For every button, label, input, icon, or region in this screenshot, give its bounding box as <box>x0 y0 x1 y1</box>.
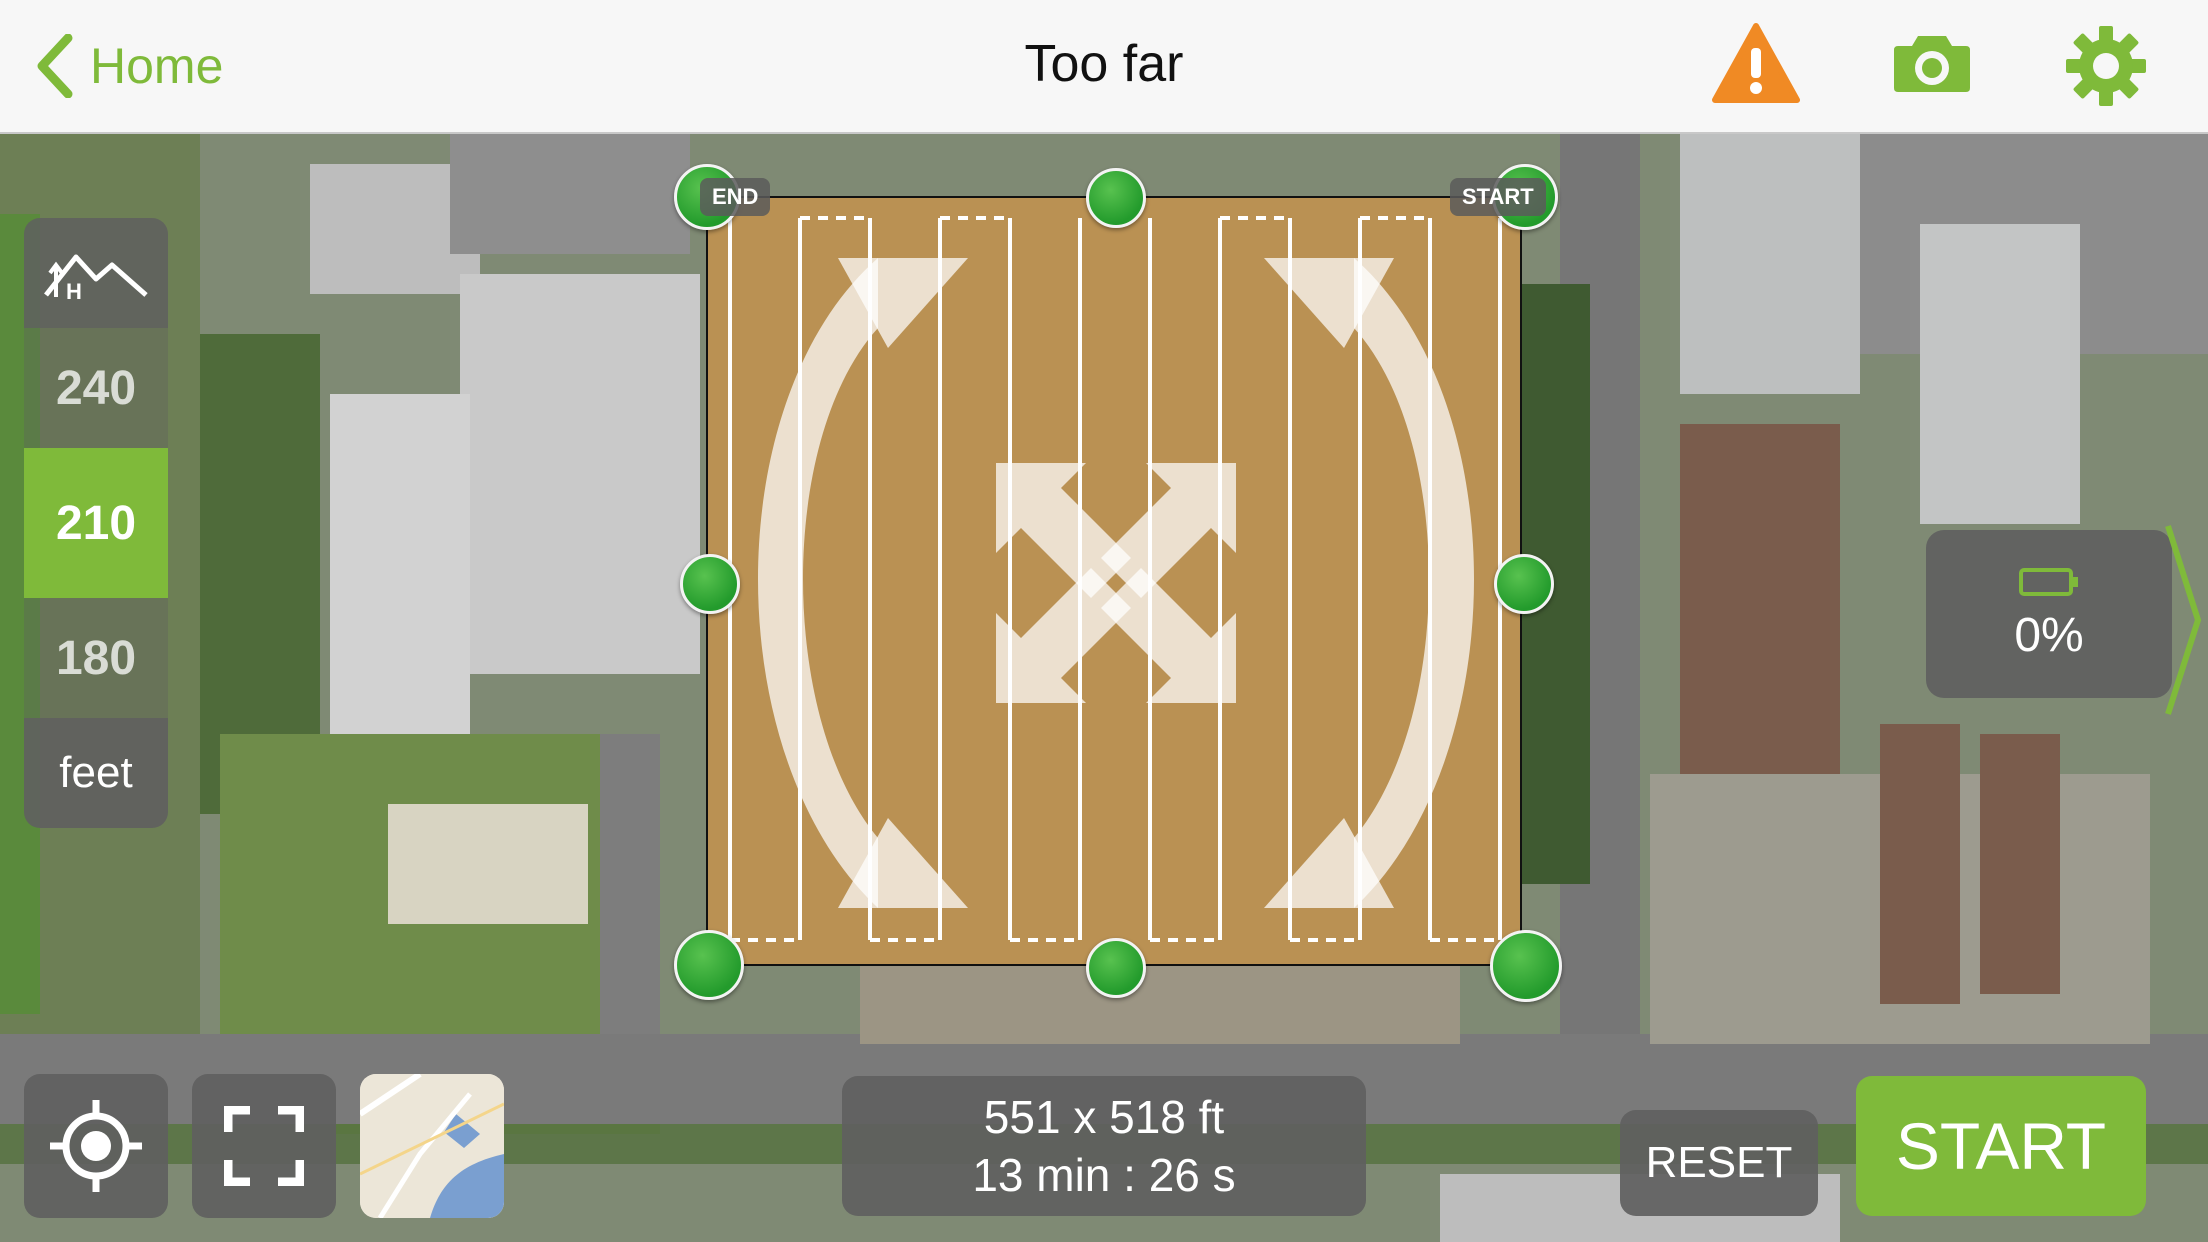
reset-button[interactable]: RESET <box>1620 1110 1818 1216</box>
page-title: Too far <box>1024 35 1184 93</box>
settings-button[interactable] <box>2064 24 2148 113</box>
altitude-option-240[interactable]: 240 <box>24 328 168 448</box>
mountain-height-icon: H <box>44 254 148 301</box>
area-dimensions: 551 x 518 ft <box>983 1091 1225 1143</box>
map-building <box>450 134 690 254</box>
map-building <box>1680 424 1840 804</box>
altitude-unit[interactable]: feet <box>24 718 168 828</box>
handle-mid-right[interactable] <box>1494 554 1554 614</box>
warning-button[interactable] <box>1712 22 1800 109</box>
warning-icon <box>1712 23 1800 103</box>
fullscreen-icon <box>224 1106 304 1186</box>
handle-bottom-right[interactable] <box>1490 930 1562 1002</box>
flight-duration: 13 min : 26 s <box>972 1149 1236 1201</box>
panel-expand-icon[interactable] <box>2164 520 2204 720</box>
map-building <box>460 274 700 674</box>
map-road-v <box>600 734 660 1034</box>
crosshair-icon <box>50 1100 142 1192</box>
battery-panel[interactable]: 0% <box>1926 530 2172 698</box>
handle-bottom-mid[interactable] <box>1086 938 1146 998</box>
map-court <box>388 804 588 924</box>
flight-info-panel: 551 x 518 ft 13 min : 26 s <box>842 1076 1366 1216</box>
map-building <box>1980 734 2060 994</box>
camera-button[interactable] <box>1890 30 1974 101</box>
svg-text:H: H <box>66 279 82 301</box>
start-button[interactable]: START <box>1856 1076 2146 1216</box>
handle-bottom-left[interactable] <box>674 930 744 1000</box>
survey-area[interactable] <box>706 196 1522 966</box>
map-type-button[interactable] <box>360 1074 504 1218</box>
altitude-option-180[interactable]: 180 <box>24 598 168 718</box>
map-warehouse <box>1680 134 1860 394</box>
gear-icon <box>2066 26 2146 106</box>
fit-area-button[interactable] <box>192 1074 336 1218</box>
map-thumbnail-icon <box>360 1074 504 1218</box>
top-bar: Home Too far <box>0 0 2208 134</box>
rotate-move-gesture-icon <box>758 258 1474 908</box>
locate-button[interactable] <box>24 1074 168 1218</box>
altitude-panel: H 240 210 180 feet <box>24 218 168 828</box>
camera-icon <box>1894 36 1970 92</box>
map-lot <box>860 964 1460 1044</box>
altitude-selected[interactable]: 210 <box>24 448 168 598</box>
altitude-header: H <box>24 218 168 328</box>
handle-mid-left[interactable] <box>680 554 740 614</box>
start-label: START <box>1450 178 1546 216</box>
handle-top-mid[interactable] <box>1086 168 1146 228</box>
battery-value: 0% <box>2014 608 2084 662</box>
end-label: END <box>700 178 771 216</box>
map-warehouse <box>1920 224 2080 524</box>
battery-icon <box>2019 567 2078 596</box>
map-building <box>1880 724 1960 1004</box>
